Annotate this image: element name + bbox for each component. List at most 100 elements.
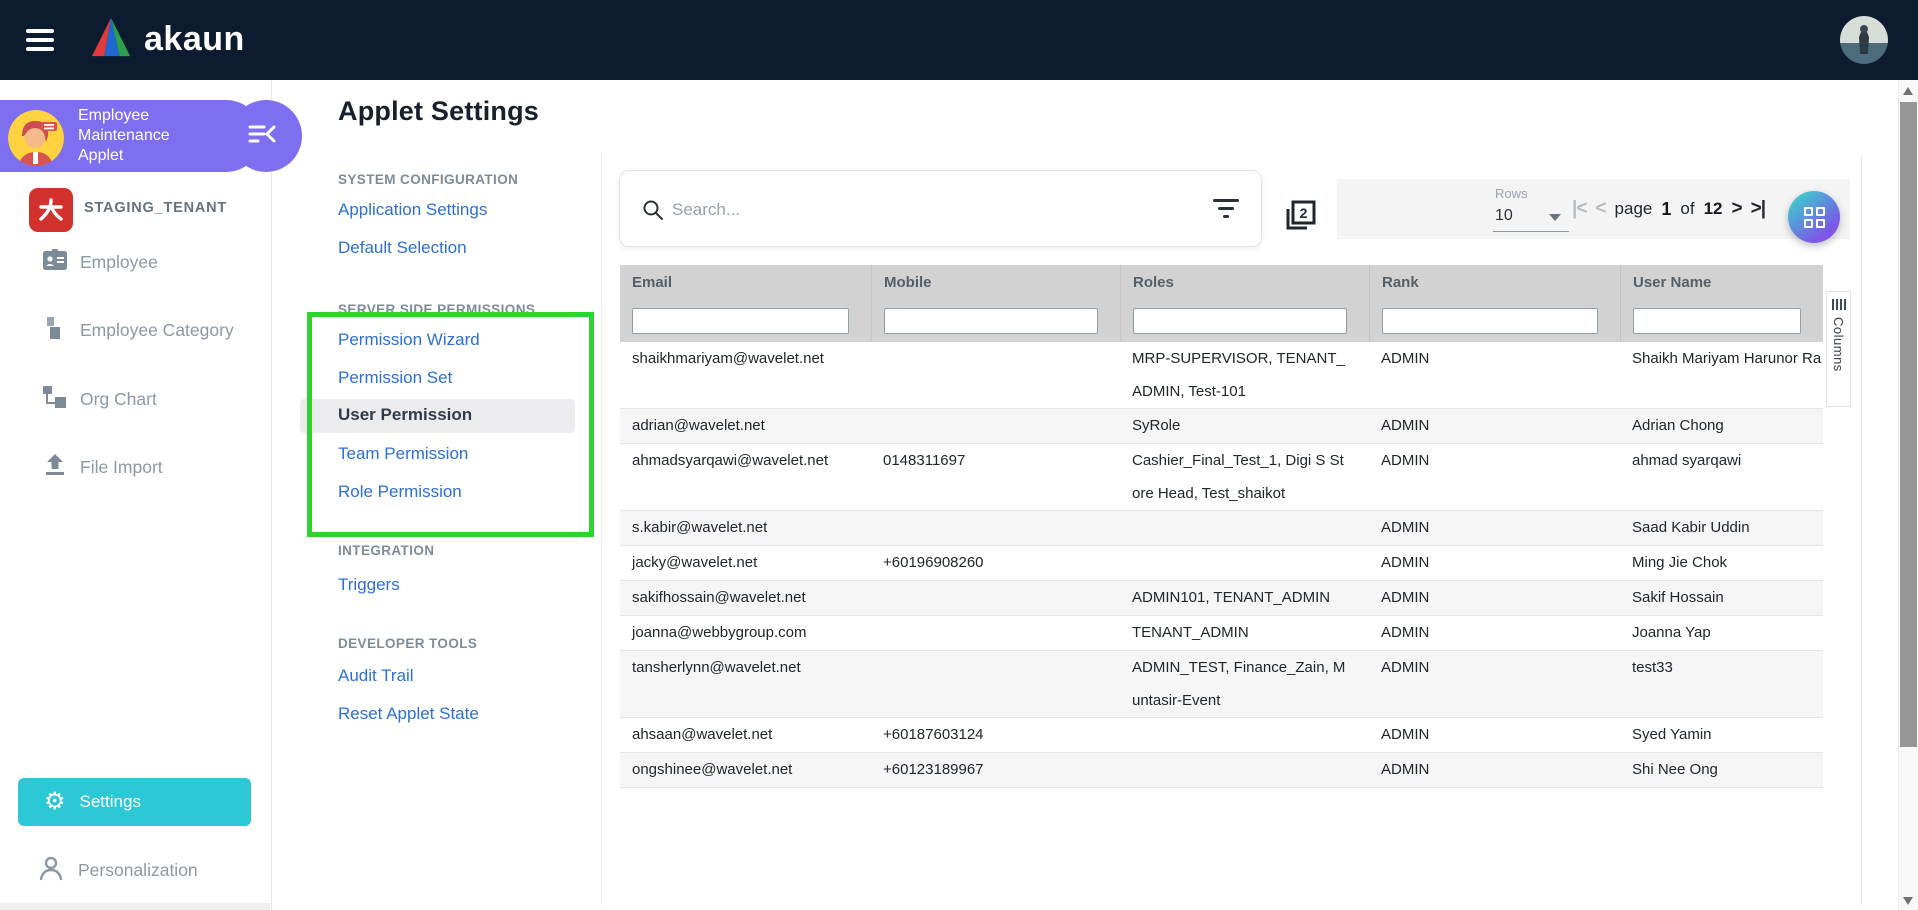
nav-link-user-permission-selected[interactable]: User Permission bbox=[338, 405, 472, 425]
columns-tab-label: Columns bbox=[1831, 317, 1846, 372]
section-server-side-permissions: SERVER SIDE PERMISSIONS bbox=[338, 302, 535, 317]
hamburger-menu-icon[interactable] bbox=[26, 29, 54, 51]
table-row[interactable]: joanna@webbygroup.com TENANT_ADMIN ADMIN… bbox=[620, 616, 1823, 651]
cell-mobile bbox=[871, 581, 1120, 615]
nav-link-reset-applet-state[interactable]: Reset Applet State bbox=[338, 704, 479, 724]
section-developer-tools: DEVELOPER TOOLS bbox=[338, 636, 477, 651]
cell-roles: Cashier_Final_Test_1, Digi S Store Head,… bbox=[1120, 444, 1369, 510]
cell-mobile: +60187603124 bbox=[871, 718, 1120, 752]
column-header-rank[interactable]: Rank bbox=[1369, 265, 1620, 300]
cell-mobile bbox=[871, 409, 1120, 443]
settings-label: Settings bbox=[80, 792, 141, 812]
table-row[interactable]: s.kabir@wavelet.net ADMIN Saad Kabir Udd… bbox=[620, 511, 1823, 546]
table-row[interactable]: adrian@wavelet.net SyRole ADMIN Adrian C… bbox=[620, 409, 1823, 444]
gear-icon: ⚙ bbox=[44, 790, 66, 814]
cell-mobile: 0148311697 bbox=[871, 444, 1120, 510]
tenant-label: STAGING_TENANT bbox=[84, 200, 227, 216]
brand-logo[interactable]: akaun bbox=[88, 16, 245, 63]
column-header-email[interactable]: Email bbox=[620, 265, 871, 300]
table-row[interactable]: shaikhmariyam@wavelet.net MRP-SUPERVISOR… bbox=[620, 342, 1823, 409]
filter-input-roles[interactable] bbox=[1133, 308, 1347, 334]
next-page-button[interactable]: > bbox=[1731, 198, 1741, 220]
nav-link-audit-trail[interactable]: Audit Trail bbox=[338, 666, 414, 686]
cell-email: sakifhossain@wavelet.net bbox=[620, 581, 871, 615]
user-avatar[interactable] bbox=[1840, 16, 1888, 64]
sidebar-item-label: Employee Category bbox=[80, 320, 234, 341]
filter-input-email[interactable] bbox=[632, 308, 849, 334]
sidebar-item-employee[interactable]: Employee bbox=[0, 240, 271, 284]
cell-roles: ADMIN101, TENANT_ADMIN bbox=[1120, 581, 1369, 615]
scrollbar-thumb[interactable] bbox=[1900, 102, 1917, 747]
svg-text:2: 2 bbox=[1300, 205, 1308, 221]
first-page-button[interactable]: |< bbox=[1572, 198, 1586, 220]
cell-user-name: Sakif Hossain bbox=[1620, 581, 1823, 615]
upload-icon bbox=[42, 453, 68, 482]
filter-input-user-name[interactable] bbox=[1633, 308, 1801, 334]
table-body: shaikhmariyam@wavelet.net MRP-SUPERVISOR… bbox=[620, 342, 1823, 788]
cell-mobile bbox=[871, 616, 1120, 650]
page-title: Applet Settings bbox=[338, 96, 539, 127]
person-icon bbox=[38, 855, 64, 886]
table-row[interactable]: ahsaan@wavelet.net +60187603124 ADMIN Sy… bbox=[620, 718, 1823, 753]
last-page-button[interactable]: >| bbox=[1751, 198, 1765, 220]
content-right-border bbox=[1861, 155, 1862, 905]
collapse-sidebar-icon[interactable] bbox=[248, 122, 276, 151]
section-integration: INTEGRATION bbox=[338, 543, 434, 558]
nav-content-divider bbox=[601, 152, 602, 905]
search-box bbox=[619, 170, 1262, 247]
cell-user-name: Syed Yamin bbox=[1620, 718, 1823, 752]
sidebar-item-file-import[interactable]: File Import bbox=[0, 445, 271, 489]
sidebar-item-org-chart[interactable]: Org Chart bbox=[0, 377, 271, 421]
filter-input-rank[interactable] bbox=[1382, 308, 1598, 334]
vertical-scrollbar[interactable] bbox=[1898, 80, 1918, 910]
nav-link-triggers[interactable]: Triggers bbox=[338, 575, 400, 595]
nav-link-permission-wizard[interactable]: Permission Wizard bbox=[338, 330, 480, 350]
table-filter-row bbox=[620, 300, 1823, 342]
table-row[interactable]: sakifhossain@wavelet.net ADMIN101, TENAN… bbox=[620, 581, 1823, 616]
nav-link-application-settings[interactable]: Application Settings bbox=[338, 200, 487, 220]
grid-view-button[interactable] bbox=[1788, 191, 1840, 243]
column-header-roles[interactable]: Roles bbox=[1120, 265, 1369, 300]
nav-link-default-selection[interactable]: Default Selection bbox=[338, 238, 467, 258]
cell-email: ahsaan@wavelet.net bbox=[620, 718, 871, 752]
cell-mobile bbox=[871, 651, 1120, 717]
nav-link-team-permission[interactable]: Team Permission bbox=[338, 444, 468, 464]
cell-user-name: Joanna Yap bbox=[1620, 616, 1823, 650]
filter-input-mobile[interactable] bbox=[884, 308, 1098, 334]
table-row[interactable]: jacky@wavelet.net +60196908260 ADMIN Min… bbox=[620, 546, 1823, 581]
nav-link-permission-set[interactable]: Permission Set bbox=[338, 368, 452, 388]
filter-icon[interactable] bbox=[1213, 199, 1239, 219]
rows-per-page-select[interactable]: 10 bbox=[1493, 203, 1569, 232]
cell-email: joanna@webbygroup.com bbox=[620, 616, 871, 650]
sidebar-item-employee-category[interactable]: Employee Category bbox=[0, 308, 271, 352]
dual-view-icon[interactable]: 2 bbox=[1281, 197, 1319, 240]
scroll-down-arrow-icon[interactable] bbox=[1903, 897, 1913, 905]
of-word: of bbox=[1680, 199, 1694, 219]
sidebar-item-label: File Import bbox=[80, 457, 163, 478]
cell-rank: ADMIN bbox=[1369, 718, 1620, 752]
table-row[interactable]: ahmadsyarqawi@wavelet.net 0148311697 Cas… bbox=[620, 444, 1823, 511]
column-header-user-name[interactable]: User Name bbox=[1620, 265, 1823, 300]
cell-user-name: Saad Kabir Uddin bbox=[1620, 511, 1823, 545]
sidebar-item-personalization[interactable]: Personalization bbox=[0, 848, 271, 892]
brand-name: akaun bbox=[144, 20, 245, 59]
table-row[interactable]: ongshinee@wavelet.net +60123189967 ADMIN… bbox=[620, 753, 1823, 788]
page-word: page bbox=[1615, 199, 1653, 219]
cell-rank: ADMIN bbox=[1369, 546, 1620, 580]
cell-email: s.kabir@wavelet.net bbox=[620, 511, 871, 545]
table-row[interactable]: tansherlynn@wavelet.net ADMIN_TEST, Fina… bbox=[620, 651, 1823, 718]
current-page: 1 bbox=[1661, 199, 1671, 220]
horizontal-scrollbar[interactable] bbox=[0, 903, 270, 910]
cell-rank: ADMIN bbox=[1369, 342, 1620, 408]
nav-link-role-permission[interactable]: Role Permission bbox=[338, 482, 462, 502]
cell-roles bbox=[1120, 753, 1369, 787]
settings-button[interactable]: ⚙ Settings bbox=[18, 778, 251, 826]
sidebar-item-tenant[interactable]: STAGING_TENANT bbox=[0, 186, 271, 230]
table-header: Email Mobile Roles Rank User Name bbox=[620, 265, 1823, 300]
scroll-up-arrow-icon[interactable] bbox=[1903, 87, 1913, 95]
columns-panel-tab[interactable]: Columns bbox=[1826, 291, 1851, 407]
column-header-mobile[interactable]: Mobile bbox=[871, 265, 1120, 300]
app-window: akaun Employee Maintenance Applet bbox=[0, 0, 1918, 910]
previous-page-button[interactable]: < bbox=[1595, 198, 1605, 220]
search-input[interactable] bbox=[670, 189, 1194, 231]
